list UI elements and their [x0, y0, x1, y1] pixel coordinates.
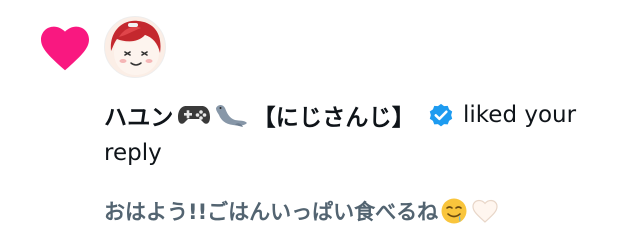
- user-name-part1[interactable]: ハユン: [104, 98, 174, 132]
- gamepad-icon: [177, 106, 210, 124]
- heart-icon: [41, 26, 89, 71]
- reply-text: おはよう!!ごはんいっぱい食べるね: [104, 200, 439, 224]
- user-name-part2[interactable]: 【にじさんじ】: [253, 98, 415, 132]
- action-text-wrap: reply: [104, 140, 162, 166]
- action-text: liked your: [463, 102, 577, 128]
- verified-badge-icon: [429, 103, 453, 127]
- reply-preview[interactable]: おはよう!!ごはんいっぱい食べるね: [104, 196, 499, 226]
- like-notification[interactable]: ハユン 【にじさんじ】 liked your reply おはよう!!ごはんいっ…: [0, 0, 640, 240]
- seal-icon: [215, 105, 247, 127]
- drooling-face-icon: [441, 198, 467, 224]
- avatar-image: [105, 17, 165, 77]
- avatar[interactable]: [104, 16, 166, 78]
- white-heart-icon: [472, 199, 498, 223]
- notification-header: ハユン 【にじさんじ】 liked your: [104, 96, 576, 134]
